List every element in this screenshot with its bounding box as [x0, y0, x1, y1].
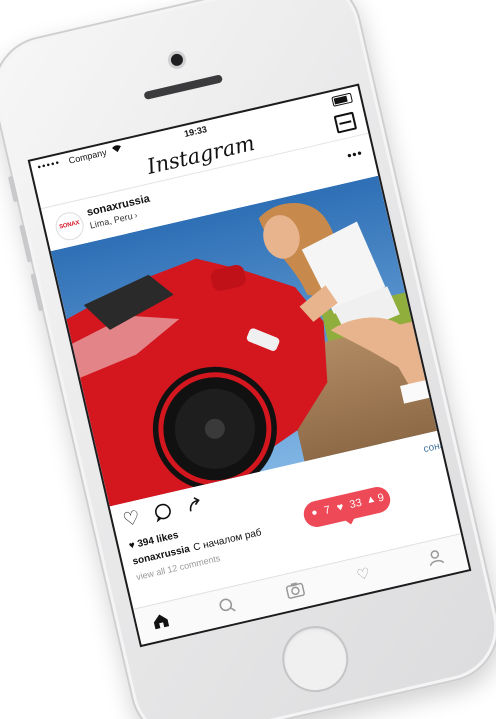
avatar[interactable]: SONAX [52, 209, 87, 244]
person-icon: ▲ [364, 493, 378, 507]
volume-down-button [30, 273, 44, 312]
comment-icon: ● [310, 506, 319, 519]
chevron-right-icon: › [133, 209, 139, 221]
notification-likes-count: 33 [348, 496, 363, 512]
comment-icon[interactable] [152, 501, 174, 526]
front-camera [169, 52, 185, 68]
iphone-device: ●●●●● Company 19:33 Instagram SONAX sona… [0, 0, 496, 719]
home-button[interactable] [275, 619, 355, 699]
translate-link[interactable]: сонакс [423, 437, 456, 455]
share-icon[interactable] [184, 494, 206, 519]
heart-icon[interactable]: ♡ [350, 563, 378, 588]
heart-icon: ♥ [335, 500, 345, 515]
volume-up-button [19, 224, 33, 263]
camera-icon[interactable] [281, 578, 309, 603]
profile-icon[interactable] [422, 546, 450, 571]
home-icon[interactable] [147, 609, 175, 634]
mute-switch [7, 175, 19, 203]
phone-screen: ●●●●● Company 19:33 Instagram SONAX sona… [27, 83, 472, 648]
notification-follows-count: 9 [376, 491, 386, 505]
search-icon[interactable] [213, 594, 241, 619]
avatar-logo-text: SONAX [58, 220, 80, 231]
caption-text: С началом раб [192, 527, 263, 554]
earpiece-speaker [143, 74, 224, 101]
heart-outline-icon[interactable]: ♡ [121, 507, 142, 531]
stage: ●●●●● Company 19:33 Instagram SONAX sona… [0, 0, 496, 719]
more-icon[interactable]: ••• [346, 146, 364, 163]
notification-comments-count: 7 [323, 503, 332, 518]
